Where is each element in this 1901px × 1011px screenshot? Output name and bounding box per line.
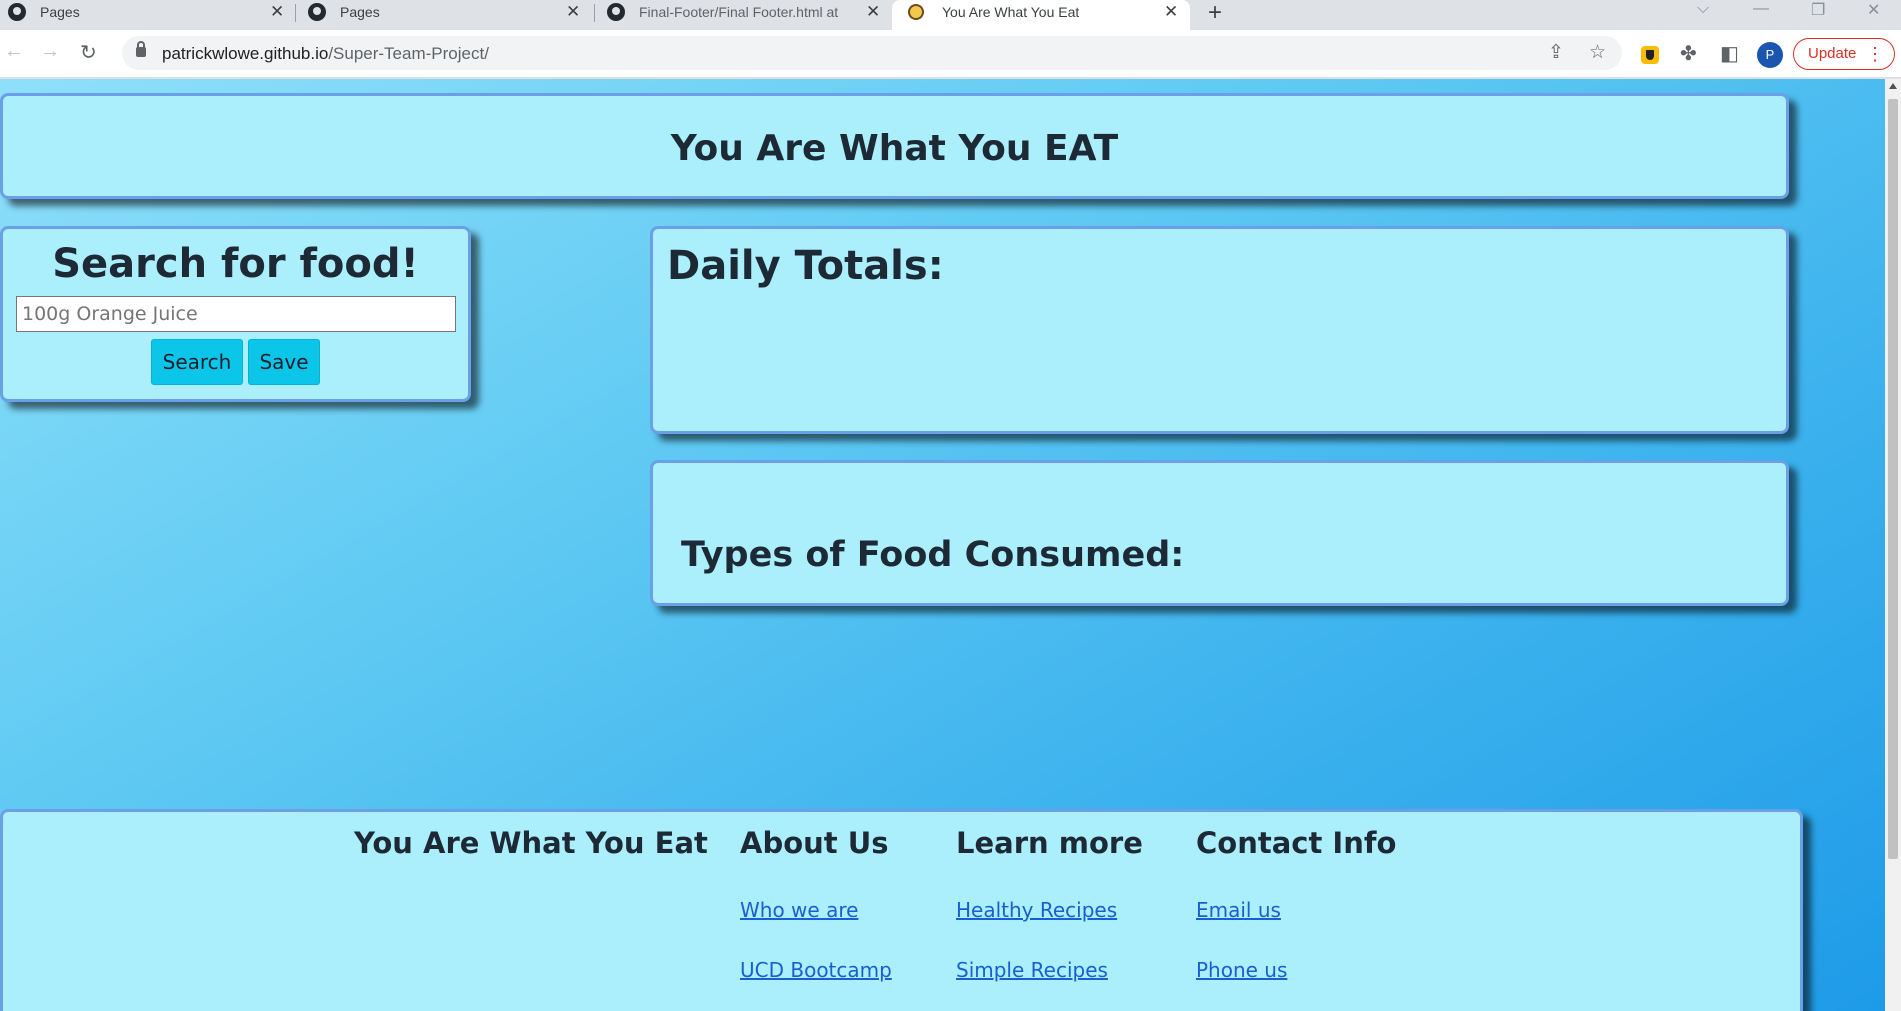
github-icon <box>308 3 326 21</box>
extension-shield-icon[interactable] <box>1641 46 1659 64</box>
footer-column-contact: Contact Info Email us Phone us <box>1196 826 1397 982</box>
address-bar[interactable]: patrickwlowe.github.io/Super-Team-Projec… <box>122 36 1622 70</box>
search-button[interactable]: Search <box>151 339 243 385</box>
footer-heading: Contact Info <box>1196 826 1397 860</box>
save-button[interactable]: Save <box>248 339 320 385</box>
scrollbar-thumb[interactable] <box>1888 99 1898 859</box>
close-icon[interactable]: ✕ <box>566 0 580 24</box>
update-label: Update <box>1808 45 1857 62</box>
extensions-puzzle-icon[interactable]: ✤ <box>1680 41 1697 66</box>
reload-icon[interactable]: ↻ <box>80 40 97 65</box>
github-icon <box>8 3 26 21</box>
daily-totals-heading: Daily Totals: <box>667 243 944 289</box>
footer-link-email-us[interactable]: Email us <box>1196 898 1281 922</box>
tab-title: You Are What You Eat <box>942 4 1080 20</box>
footer-column-about: About Us Who we are UCD Bootcamp <box>740 826 892 982</box>
back-arrow-icon[interactable]: ← <box>4 40 24 63</box>
site-footer: You Are What You Eat About Us Who we are… <box>0 809 1803 1011</box>
page-scrollbar[interactable] <box>1885 79 1901 1011</box>
footer-heading: You Are What You Eat <box>354 826 708 860</box>
footer-heading: Learn more <box>956 826 1143 860</box>
share-icon[interactable]: ⇪ <box>1548 41 1564 64</box>
site-header: You Are What You EAT <box>0 93 1789 199</box>
page-title: You Are What You EAT <box>670 128 1119 169</box>
close-icon[interactable]: ✕ <box>866 0 880 24</box>
footer-heading: About Us <box>740 826 889 860</box>
new-tab-plus-icon[interactable]: + <box>1208 0 1222 27</box>
close-icon[interactable]: ✕ <box>270 0 284 24</box>
daily-totals-panel: Daily Totals: <box>650 226 1789 434</box>
url-text: patrickwlowe.github.io/Super-Team-Projec… <box>162 44 489 64</box>
footer-column-brand: You Are What You Eat <box>354 826 708 860</box>
footer-link-ucd-bootcamp[interactable]: UCD Bootcamp <box>740 958 892 982</box>
github-icon <box>607 3 625 21</box>
tab-separator <box>295 4 296 22</box>
tab-separator <box>594 4 595 22</box>
browser-toolbar: ← → ↻ patrickwlowe.github.io/Super-Team-… <box>0 30 1901 78</box>
side-panel-icon[interactable]: ◧ <box>1720 41 1739 66</box>
bookmark-star-icon[interactable]: ☆ <box>1589 41 1606 64</box>
food-search-input[interactable] <box>16 296 456 332</box>
tab-title: Final-Footer/Final Footer.html at <box>639 4 839 20</box>
close-icon[interactable]: ✕ <box>1164 0 1178 24</box>
footer-link-phone-us[interactable]: Phone us <box>1196 958 1287 982</box>
tab-strip: Pages ✕ Pages ✕ Final-Footer/Final Foote… <box>0 0 1901 30</box>
url-host: patrickwlowe.github.io <box>162 44 329 63</box>
tab-title: Pages <box>340 4 380 20</box>
search-heading: Search for food! <box>52 241 419 287</box>
tab-title: Pages <box>40 4 80 20</box>
minimize-icon[interactable]: — <box>1753 0 1769 18</box>
window-close-icon[interactable]: ✕ <box>1867 0 1880 20</box>
search-panel: Search for food! Search Save <box>0 226 471 402</box>
tab-search-chevron-icon[interactable]: ⌵ <box>1697 0 1709 18</box>
food-types-panel: Types of Food Consumed: <box>650 460 1789 606</box>
lock-icon <box>136 41 146 57</box>
footer-column-learn-more: Learn more Healthy Recipes Simple Recipe… <box>956 826 1143 982</box>
scroll-up-arrow-icon[interactable] <box>1889 83 1897 89</box>
food-types-heading: Types of Food Consumed: <box>681 535 1185 575</box>
menu-dots-icon[interactable]: ⋮ <box>1866 39 1884 69</box>
tab-final-footer[interactable]: Final-Footer/Final Footer.html at ✕ <box>607 0 887 24</box>
update-button[interactable]: Update ⋮ <box>1793 38 1895 70</box>
page-viewport: You Are What You EAT Search for food! Se… <box>0 79 1885 1011</box>
tab-pages-2[interactable]: Pages ✕ <box>308 0 588 24</box>
forward-arrow-icon[interactable]: → <box>40 40 60 63</box>
tab-you-are-what-you-eat[interactable]: You Are What You Eat ✕ <box>892 0 1190 30</box>
profile-avatar[interactable]: P <box>1757 42 1783 68</box>
footer-link-healthy-recipes[interactable]: Healthy Recipes <box>956 898 1117 922</box>
footer-link-who-we-are[interactable]: Who we are <box>740 898 858 922</box>
restore-icon[interactable]: ❐ <box>1811 0 1825 20</box>
url-path: /Super-Team-Project/ <box>328 44 489 63</box>
fruit-favicon-icon <box>905 1 927 23</box>
tab-pages-1[interactable]: Pages ✕ <box>8 0 288 24</box>
footer-link-simple-recipes[interactable]: Simple Recipes <box>956 958 1108 982</box>
